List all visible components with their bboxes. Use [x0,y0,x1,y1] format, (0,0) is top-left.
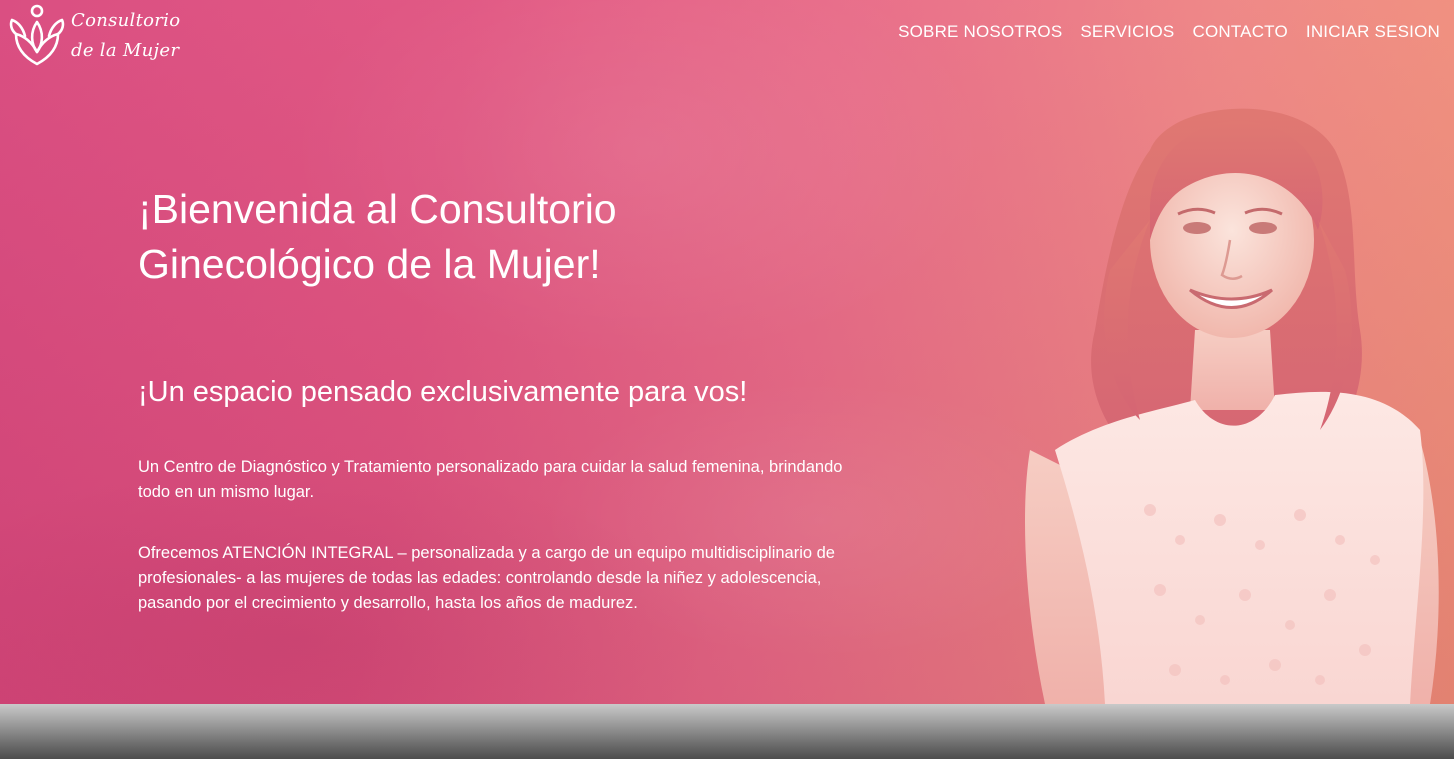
nav-sobre-nosotros[interactable]: SOBRE NOSOTROS [898,22,1062,42]
hero-subtitle: ¡Un espacio pensado exclusivamente para … [138,376,748,408]
hero-woman-photo [1025,108,1439,704]
brand-name-line1: Consultorio [71,10,181,31]
hero-title: ¡Bienvenida al Consultorio Ginecológico … [138,186,617,287]
next-section-edge [0,704,1454,759]
brand-name-line2: de la Mujer [71,40,180,61]
nav-contacto[interactable]: CONTACTO [1192,22,1287,42]
nav-iniciar-sesion[interactable]: INICIAR SESION [1306,22,1440,42]
brand-logo[interactable]: Consultorio de la Mujer [8,2,181,68]
hero-section: Consultorio de la Mujer SOBRE NOSOTROS S… [0,0,1454,704]
lotus-flower-icon [9,4,65,66]
hero-paragraph-intro: Un Centro de Diagnóstico y Tratamiento p… [138,458,843,501]
hero-paragraph-services: Ofrecemos ATENCIÓN INTEGRAL – personaliz… [138,544,835,612]
main-nav: SOBRE NOSOTROS SERVICIOS CONTACTO INICIA… [898,22,1440,42]
page: Consultorio de la Mujer SOBRE NOSOTROS S… [0,0,1454,759]
nav-servicios[interactable]: SERVICIOS [1080,22,1174,42]
